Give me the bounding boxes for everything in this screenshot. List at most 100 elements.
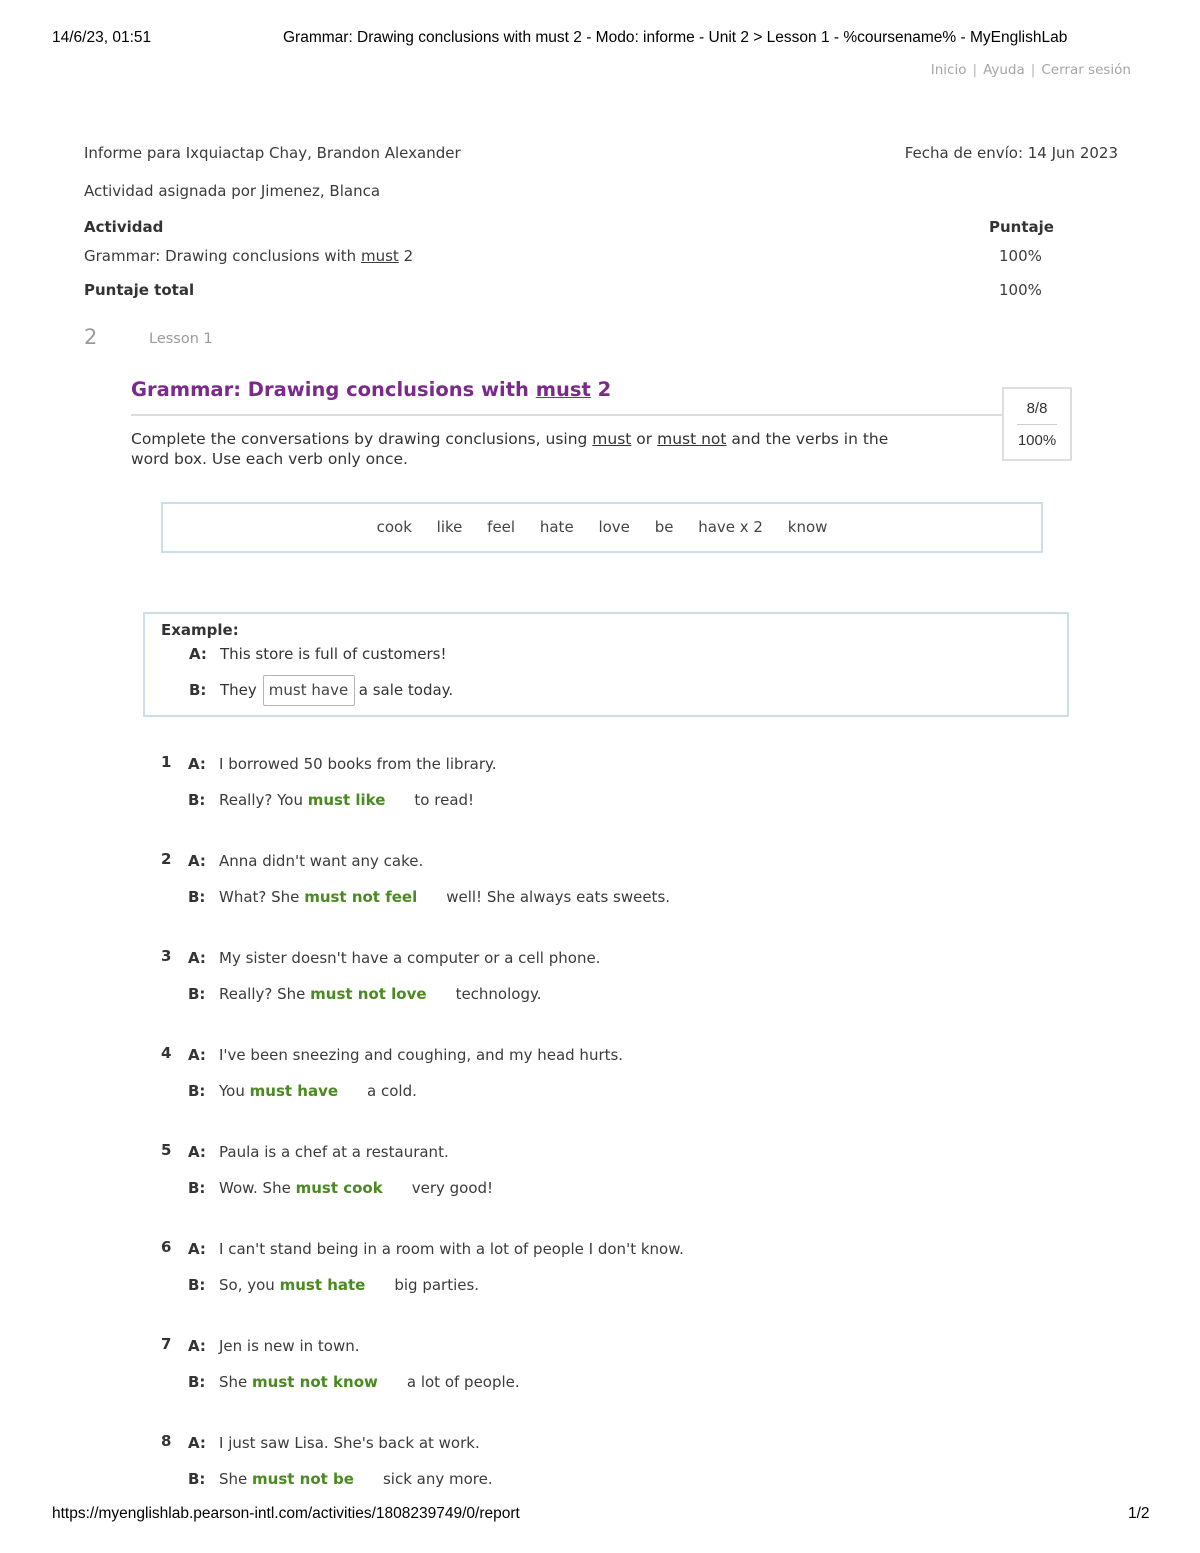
instructions-must: must	[592, 430, 632, 448]
example-line-a: A: This store is full of customers!	[189, 645, 446, 663]
answer-text: must not know	[252, 1373, 378, 1391]
speaker-a-label: A:	[189, 645, 207, 663]
question-b-after: very good!	[411, 1179, 494, 1197]
question-number: 4	[161, 1044, 172, 1062]
speaker-b-label: B:	[188, 985, 206, 1003]
speaker-b-label: B:	[188, 1082, 206, 1100]
separator: |	[972, 62, 978, 78]
unit-number: 2	[84, 325, 98, 349]
question-line-a: A: Anna didn't want any cake.	[188, 852, 423, 870]
question-line-a: A: Paula is a chef at a restaurant.	[188, 1143, 449, 1161]
question-line-a: A: I've been sneezing and coughing, and m…	[188, 1046, 623, 1064]
speaker-b-label: B:	[188, 1179, 206, 1197]
question-b-before: Really? You	[219, 791, 303, 809]
answer-text: must like	[307, 791, 386, 809]
question-line-b: B: What? She must not feel well! She alway…	[188, 888, 670, 906]
question-a-text: I just saw Lisa. She's back at work.	[219, 1434, 480, 1452]
question-line-b: B: So, you must hate big parties.	[188, 1276, 479, 1294]
speaker-a-label: A:	[188, 1434, 206, 1452]
word-box-item: know	[787, 518, 828, 536]
question-number: 3	[161, 947, 172, 965]
speaker-a-label: A:	[188, 949, 206, 967]
question-line-a: A: I can't stand being in a room with a l…	[188, 1240, 684, 1258]
speaker-a-label: A:	[188, 1337, 206, 1355]
print-datetime: 14/6/23, 01:51	[52, 29, 152, 46]
print-url: https://myenglishlab.pearson-intl.com/ac…	[52, 1505, 520, 1522]
activity-score: 100%	[999, 247, 1042, 265]
word-box-item: have x 2	[698, 518, 763, 536]
question-number: 8	[161, 1432, 172, 1450]
answer-text: must not love	[310, 985, 427, 1003]
speaker-b-label: B:	[189, 681, 207, 699]
question-item: 3 A: My sister doesn't have a computer or…	[160, 947, 1060, 1044]
link-inicio[interactable]: Inicio	[931, 62, 967, 78]
top-nav-links: Inicio | Ayuda | Cerrar sesión	[931, 62, 1131, 78]
student-line: Informe para Ixquiactap Chay, Brandon Al…	[84, 144, 461, 162]
question-number: 2	[161, 850, 172, 868]
score-box: 8/8 100%	[1002, 387, 1072, 461]
question-b-before: She	[219, 1470, 248, 1488]
answer-text: must hate	[279, 1276, 366, 1294]
speaker-a-label: A:	[188, 1046, 206, 1064]
date-sent: Fecha de envío: 14 Jun 2023	[904, 144, 1118, 162]
activity-title: Grammar: Drawing conclusions with must 2	[131, 378, 611, 401]
question-b-after: well! She always eats sweets.	[446, 888, 671, 906]
speaker-a-label: A:	[188, 852, 206, 870]
link-cerrar-sesion[interactable]: Cerrar sesión	[1041, 62, 1131, 78]
instructions: Complete the conversations by drawing co…	[131, 429, 921, 469]
answer-text: must not feel	[304, 888, 418, 906]
question-b-after: a cold.	[367, 1082, 417, 1100]
word-box-item: love	[598, 518, 630, 536]
speaker-b-label: B:	[188, 1470, 206, 1488]
question-a-text: Jen is new in town.	[219, 1337, 360, 1355]
question-line-a: A: My sister doesn't have a computer or a…	[188, 949, 600, 967]
question-b-after: big parties.	[394, 1276, 480, 1294]
example-label: Example:	[161, 621, 239, 639]
question-item: 7 A: Jen is new in town. B: She must not k…	[160, 1335, 1060, 1432]
activity-name-underlined: must	[360, 247, 399, 265]
question-line-a: A: Jen is new in town.	[188, 1337, 360, 1355]
speaker-a-label: A:	[188, 1240, 206, 1258]
total-score: 100%	[999, 281, 1042, 299]
activity-name-text: Grammar: Drawing conclusions with	[84, 247, 361, 265]
header-activity: Actividad	[84, 218, 164, 236]
question-a-text: I borrowed 50 books from the library.	[219, 755, 497, 773]
assigned-by: Actividad asignada por Jimenez, Blanca	[84, 182, 381, 200]
question-b-after: a lot of people.	[406, 1373, 520, 1391]
question-line-b: B: Wow. She must cook very good!	[188, 1179, 493, 1197]
score-percent: 100%	[1017, 432, 1057, 449]
speaker-b-label: B:	[188, 1373, 206, 1391]
word-box-item: be	[654, 518, 674, 536]
activity-title-underlined: must	[535, 378, 591, 401]
question-b-after: to read!	[414, 791, 475, 809]
question-a-text: I can't stand being in a room with a lot…	[219, 1240, 684, 1258]
question-b-before: What? She	[219, 888, 300, 906]
separator: |	[1030, 62, 1036, 78]
example-answer-field: must have	[262, 675, 355, 706]
link-ayuda[interactable]: Ayuda	[983, 62, 1025, 78]
print-header: 14/6/23, 01:51 Grammar: Drawing conclusi…	[0, 29, 1200, 49]
question-item: 5 A: Paula is a chef at a restaurant. B: W…	[160, 1141, 1060, 1238]
instructions-text: Complete the conversations by drawing co…	[131, 430, 593, 448]
question-b-after: sick any more.	[382, 1470, 493, 1488]
example-b-before: They	[220, 681, 257, 699]
example-a-text: This store is full of customers!	[220, 645, 447, 663]
example-box: Example: A: This store is full of custome…	[143, 612, 1069, 717]
question-b-before: Really? She	[219, 985, 306, 1003]
word-box-item: cook	[376, 518, 412, 536]
activity-title-suffix: 2	[590, 378, 612, 401]
question-b-before: So, you	[219, 1276, 275, 1294]
question-b-before: She	[219, 1373, 248, 1391]
speaker-a-label: A:	[188, 755, 206, 773]
total-score-label: Puntaje total	[84, 281, 195, 299]
activity-name: Grammar: Drawing conclusions with must 2	[84, 247, 413, 265]
title-divider	[131, 414, 1003, 416]
answer-text: must cook	[295, 1179, 383, 1197]
question-list: 1 A: I borrowed 50 books from the library…	[160, 753, 1060, 1529]
activity-title-text: Grammar: Drawing conclusions with	[131, 378, 536, 401]
question-line-a: A: I just saw Lisa. She's back at work.	[188, 1434, 480, 1452]
question-number: 1	[161, 753, 172, 771]
question-b-before: Wow. She	[219, 1179, 291, 1197]
question-b-after: technology.	[455, 985, 542, 1003]
question-line-b: B: She must not know a lot of people.	[188, 1373, 520, 1391]
